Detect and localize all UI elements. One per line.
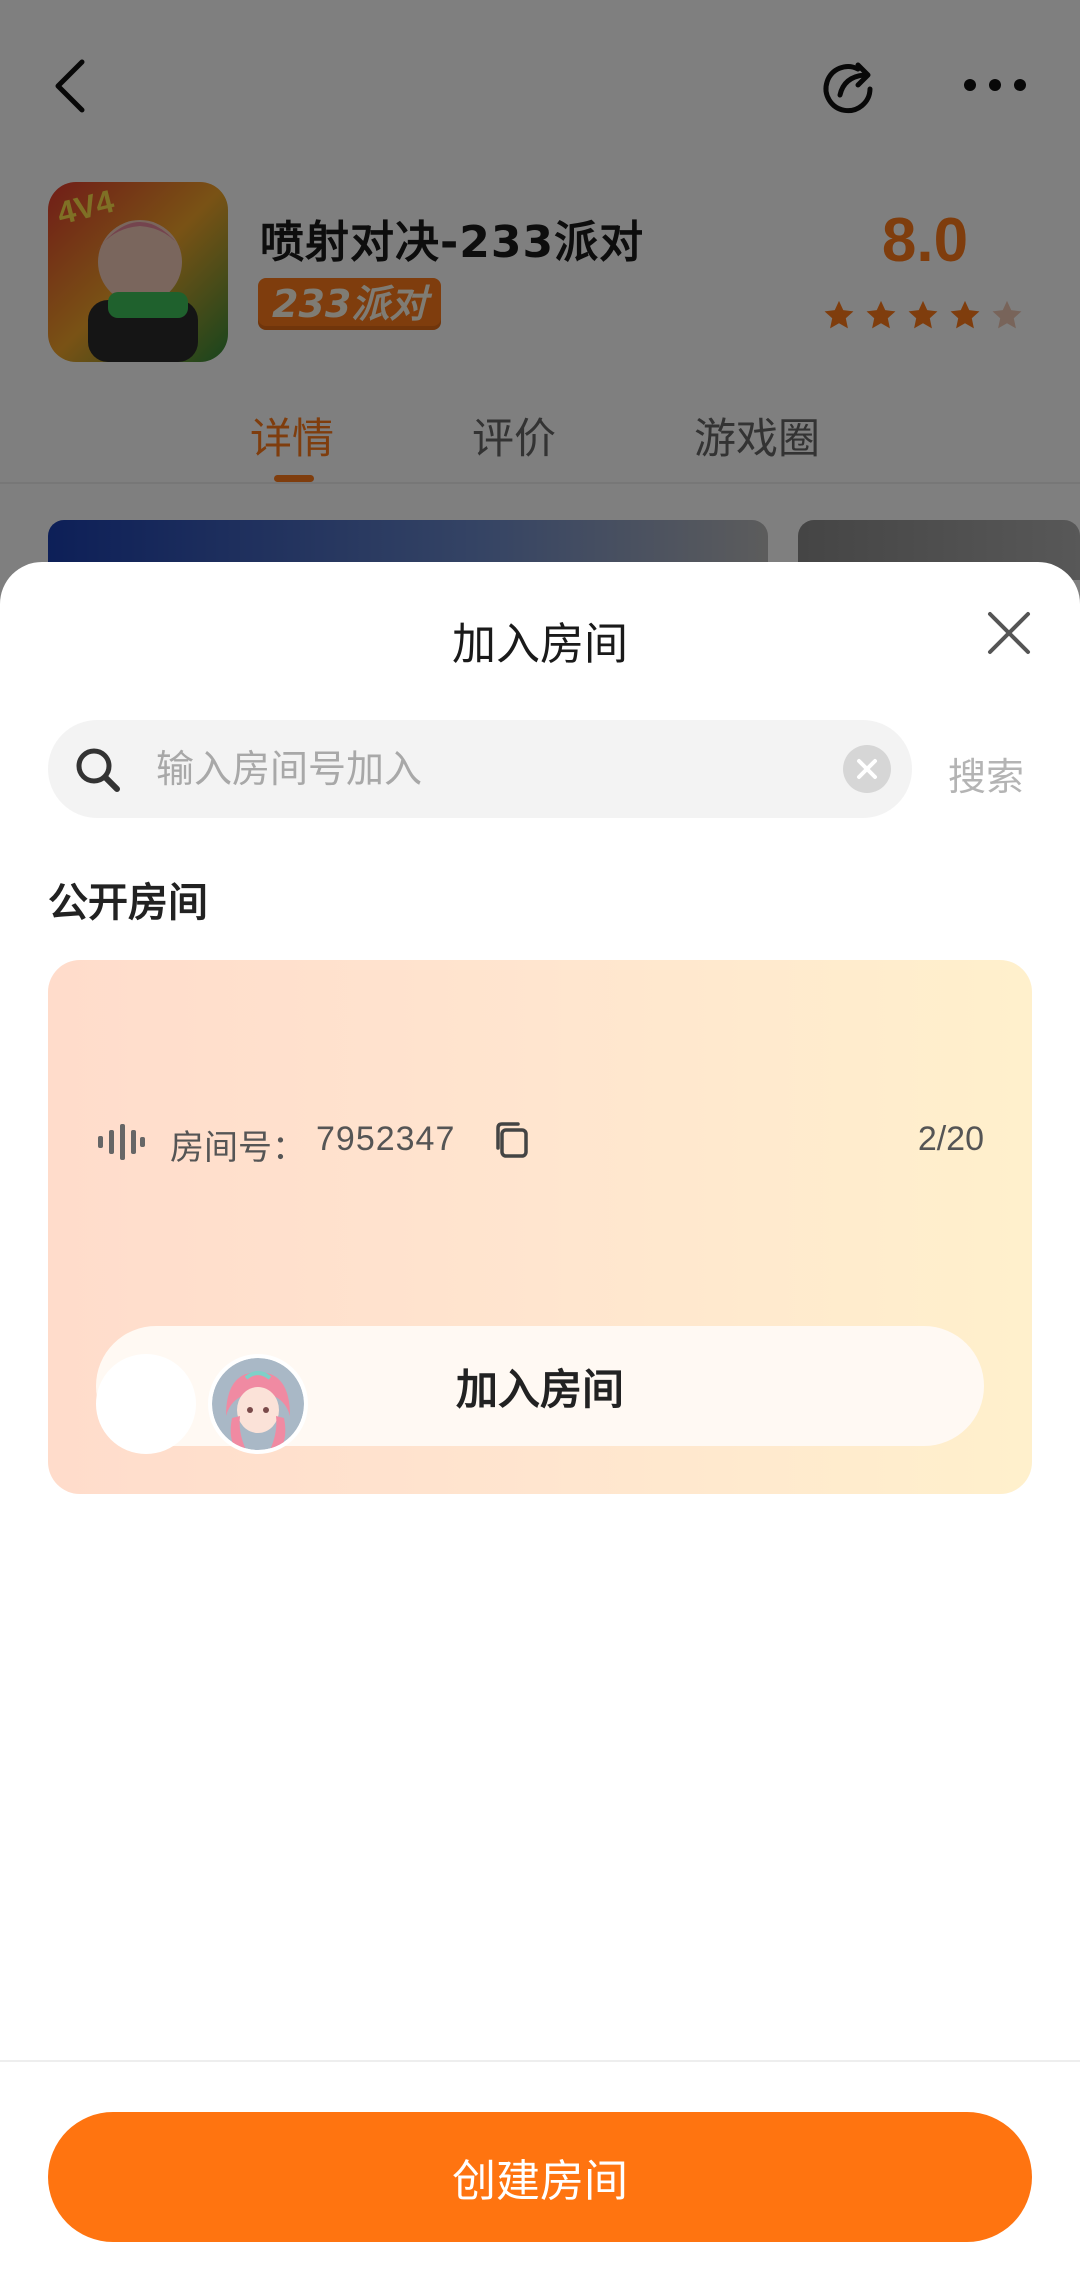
room-number-label: 房间号：	[170, 1128, 306, 1168]
search-button[interactable]: 搜索	[948, 746, 1024, 801]
room-number-input[interactable]	[156, 720, 856, 818]
close-button[interactable]	[984, 608, 1034, 658]
copy-icon[interactable]	[492, 1120, 530, 1160]
search-icon	[76, 748, 120, 792]
create-room-button[interactable]: 创建房间	[48, 2112, 1032, 2242]
join-room-sheet: 加入房间 搜索 公开房间 房间号： 7952347	[0, 562, 1080, 2296]
divider	[0, 2060, 1080, 2062]
close-icon	[988, 612, 1030, 654]
clear-icon[interactable]	[842, 744, 892, 794]
section-title: 公开房间	[48, 880, 208, 926]
search-box	[48, 720, 912, 818]
room-card[interactable]: 房间号： 7952347 2/20 加入房间	[48, 960, 1032, 1494]
sheet-title: 加入房间	[452, 619, 628, 670]
avatar	[208, 1354, 308, 1454]
room-number: 7952347	[316, 1120, 456, 1158]
room-member-count: 2/20	[917, 1120, 984, 1158]
voice-wave-icon	[98, 1124, 145, 1160]
avatar	[96, 1354, 196, 1454]
